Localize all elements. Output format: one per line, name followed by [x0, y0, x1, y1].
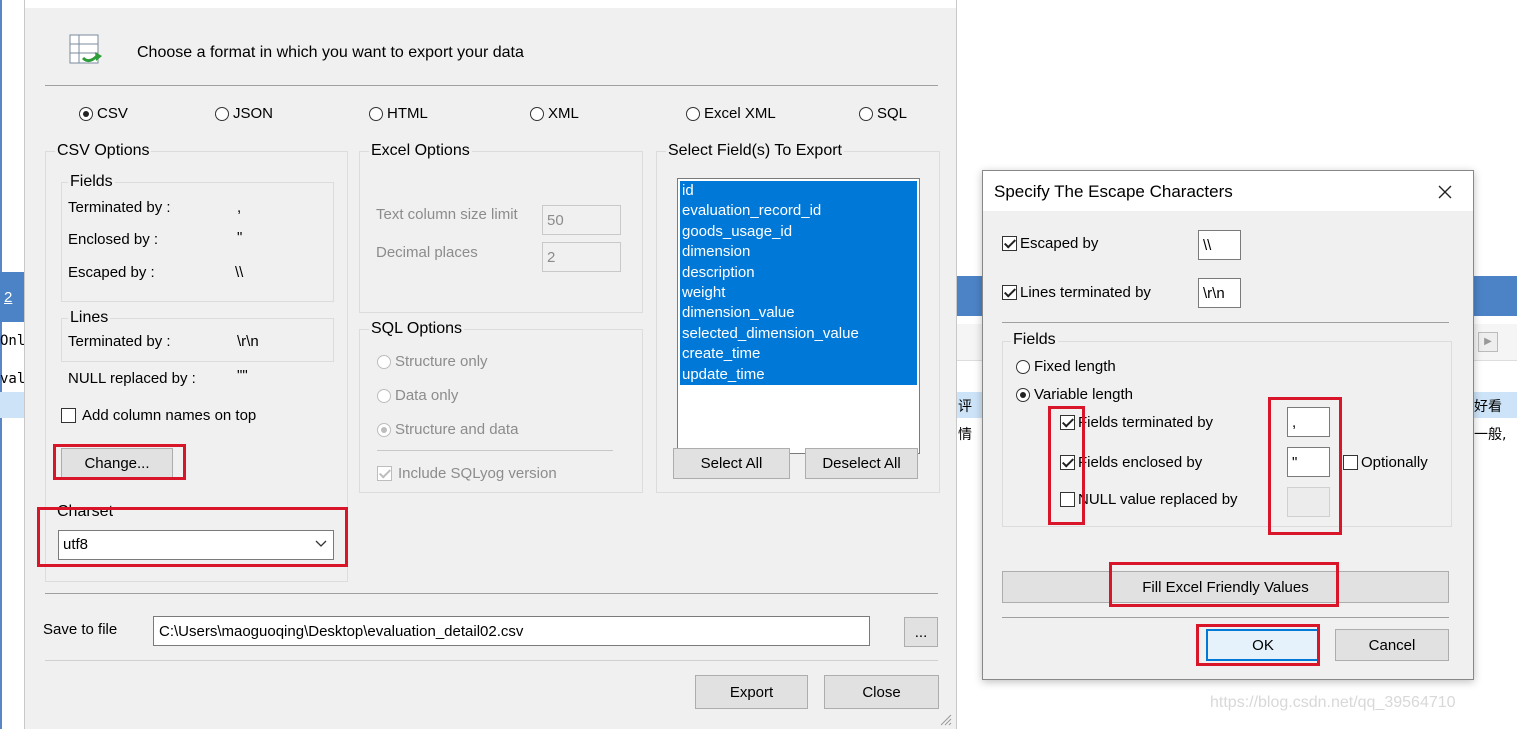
ok-button-highlight — [1196, 624, 1320, 666]
code-line-2: val — [0, 371, 26, 387]
escaped-by-input[interactable]: \\ — [1198, 230, 1241, 260]
input-column-highlight — [1268, 397, 1342, 535]
null-replaced-label: NULL replaced by : — [68, 370, 196, 387]
escape-dialog: Specify The Escape Characters Escaped by… — [982, 170, 1474, 680]
sql-options-title: SQL Options — [369, 320, 465, 338]
null-value-checkbox[interactable]: NULL value replaced by — [1060, 491, 1238, 508]
escape-dialog-title: Specify The Escape Characters — [994, 182, 1233, 201]
enclosed-by-value: " — [237, 229, 243, 246]
watermark: https://blog.csdn.net/qq_39564710 — [1210, 694, 1456, 711]
fields-list-selection: id evaluation_record_id goods_usage_id d… — [680, 181, 917, 386]
field-item[interactable]: dimension — [680, 242, 917, 262]
left-edge-border — [0, 0, 2, 729]
sql-divider — [377, 450, 613, 451]
add-column-names-checkbox[interactable]: Add column names on top — [61, 407, 256, 424]
select-fields-title: Select Field(s) To Export — [666, 142, 844, 160]
header-text: Choose a format in which you want to exp… — [137, 44, 524, 61]
escaped-by-checkbox[interactable]: Escaped by — [1002, 235, 1098, 252]
structure-only-radio[interactable]: Structure only — [377, 353, 488, 370]
close-icon[interactable] — [1436, 183, 1454, 201]
field-item[interactable]: selected_dimension_value — [680, 324, 917, 344]
terminated-by-label: Terminated by : — [68, 199, 171, 216]
terminated-by-value: , — [237, 199, 242, 216]
selected-row-left — [0, 392, 24, 418]
scroll-arrow-icon[interactable]: ▶ — [1478, 332, 1498, 352]
field-item[interactable]: id — [680, 181, 917, 201]
csv-fields-title: Fields — [68, 173, 115, 191]
deselect-all-button[interactable]: Deselect All — [805, 448, 918, 479]
structure-and-data-radio[interactable]: Structure and data — [377, 421, 518, 438]
lines-terminated-label: Terminated by : — [68, 333, 171, 350]
close-button[interactable]: Close — [824, 675, 939, 709]
header-divider — [45, 85, 938, 86]
resize-grip-icon[interactable] — [938, 712, 952, 726]
lines-terminated-checkbox[interactable]: Lines terminated by — [1002, 284, 1151, 301]
format-radio-csv[interactable]: CSV — [79, 105, 128, 122]
format-radio-excel-xml[interactable]: Excel XML — [686, 105, 776, 122]
csv-options-title: CSV Options — [55, 142, 152, 160]
data-only-radio[interactable]: Data only — [377, 387, 458, 404]
footer-divider — [45, 660, 938, 661]
dialog-top-band — [25, 0, 956, 8]
escaped-by-label: Escaped by : — [68, 264, 155, 281]
lines-terminated-input[interactable]: \r\n — [1198, 278, 1241, 308]
field-item[interactable]: evaluation_record_id — [680, 201, 917, 221]
right-text-2: 情 — [958, 427, 972, 443]
format-radio-sql[interactable]: SQL — [859, 105, 907, 122]
field-item[interactable]: dimension_value — [680, 303, 917, 323]
escaped-by-value: \\ — [235, 264, 244, 281]
null-replaced-value: "" — [237, 367, 248, 384]
change-button-highlight — [53, 444, 186, 480]
lines-terminated-value: \r\n — [237, 333, 259, 350]
text-column-limit-input[interactable]: 50 — [542, 205, 621, 235]
escape-divider-top — [1002, 322, 1449, 323]
optionally-checkbox[interactable]: Optionally — [1343, 454, 1428, 471]
escape-fields-title: Fields — [1011, 331, 1058, 349]
right-text-3: 好看 — [1474, 399, 1502, 415]
excel-options-title: Excel Options — [369, 142, 472, 160]
browse-button[interactable]: ... — [904, 617, 938, 647]
fields-listbox[interactable]: id evaluation_record_id goods_usage_id d… — [677, 178, 920, 454]
save-divider — [45, 593, 938, 594]
include-version-checkbox[interactable]: Include SQLyog version — [377, 465, 557, 482]
tab-number[interactable]: 2 — [4, 289, 12, 306]
right-text-4: 一般, — [1474, 427, 1507, 443]
decimal-places-input[interactable]: 2 — [542, 242, 621, 272]
decimal-places-label: Decimal places — [376, 244, 478, 261]
fill-excel-highlight — [1109, 562, 1339, 607]
export-format-icon — [69, 34, 102, 66]
enclosed-by-label: Enclosed by : — [68, 231, 159, 248]
field-item[interactable]: goods_usage_id — [680, 222, 917, 242]
variable-length-radio[interactable]: Variable length — [1016, 386, 1133, 403]
right-text-1: 评 — [958, 399, 972, 415]
text-column-limit-label: Text column size limit — [376, 206, 518, 223]
charset-highlight — [37, 507, 348, 567]
field-item[interactable]: create_time — [680, 344, 917, 364]
save-to-file-label: Save to file — [43, 621, 118, 638]
save-path-input[interactable]: C:\Users\maoguoqing\Desktop\evaluation_d… — [153, 616, 870, 646]
csv-lines-title: Lines — [68, 309, 111, 327]
format-radio-json[interactable]: JSON — [215, 105, 273, 122]
field-item[interactable]: weight — [680, 283, 917, 303]
field-item[interactable]: update_time — [680, 365, 917, 385]
export-dialog: Choose a format in which you want to exp… — [24, 0, 957, 729]
format-radio-xml[interactable]: XML — [530, 105, 579, 122]
checkbox-column-highlight — [1048, 406, 1085, 525]
escape-divider-bottom — [1002, 617, 1449, 618]
code-line-1: Onl — [0, 333, 26, 349]
export-button[interactable]: Export — [695, 675, 808, 709]
field-item[interactable]: description — [680, 263, 917, 283]
format-radio-html[interactable]: HTML — [369, 105, 428, 122]
cancel-button[interactable]: Cancel — [1335, 629, 1449, 661]
fixed-length-radio[interactable]: Fixed length — [1016, 358, 1116, 375]
select-all-button[interactable]: Select All — [673, 448, 790, 479]
